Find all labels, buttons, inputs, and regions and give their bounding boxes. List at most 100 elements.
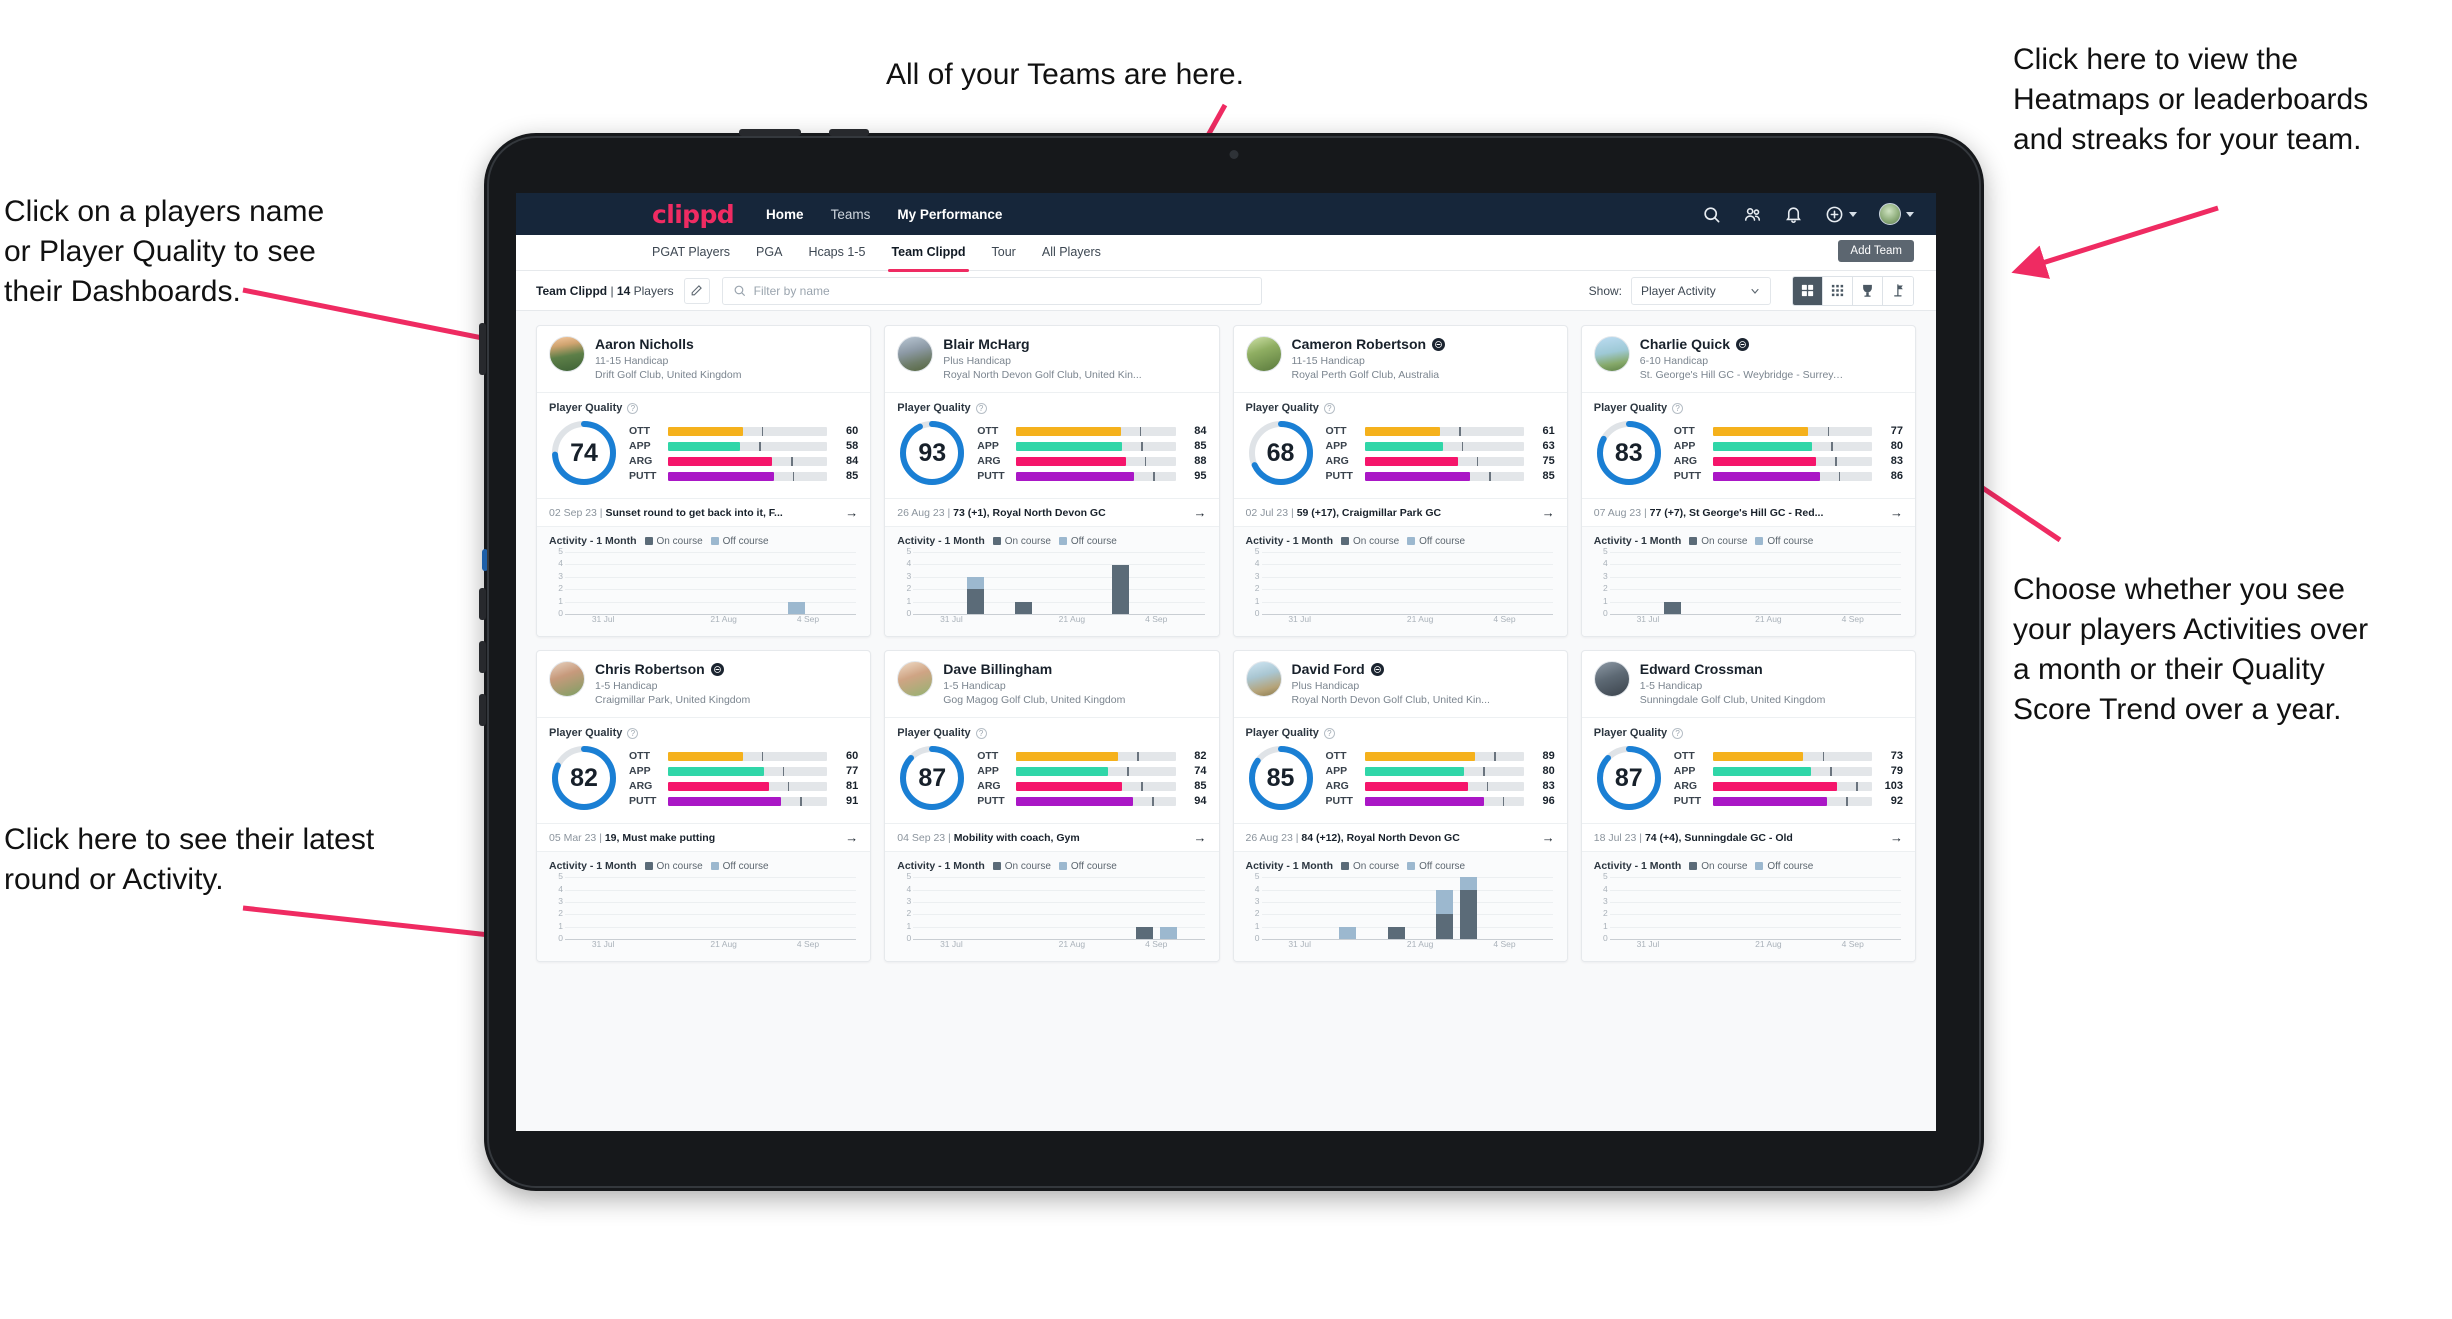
help-icon[interactable]: ? [975, 727, 987, 739]
player-name[interactable]: Dave Billingham [943, 661, 1052, 677]
player-name[interactable]: Charlie Quick [1640, 336, 1730, 352]
player-card-header[interactable]: Edward Crossman 1-5 Handicap Sunningdale… [1581, 651, 1915, 719]
latest-round-row[interactable]: 26 Aug 23 | 84 (+12), Royal North Devon … [1233, 823, 1567, 851]
tab-pgat-players[interactable]: PGAT Players [652, 245, 730, 261]
latest-round-row[interactable]: 05 Mar 23 | 19, Must make putting → [537, 823, 871, 851]
player-name[interactable]: Aaron Nicholls [595, 336, 694, 352]
view-heatmap-button[interactable] [1883, 276, 1913, 305]
player-name[interactable]: Blair McHarg [943, 336, 1029, 352]
chart-bar [739, 877, 756, 939]
activity-chart-section[interactable]: Activity - 1 Month On course Off course … [537, 851, 871, 962]
player-name-row[interactable]: Cameron Robertson [1292, 336, 1446, 352]
player-name-row[interactable]: Aaron Nicholls [595, 336, 741, 352]
metric-bar [1016, 781, 1176, 791]
player-card-header[interactable]: Chris Robertson 1-5 Handicap Craigmillar… [537, 651, 871, 719]
quality-metrics: OTT 89 APP 80 ARG 83 PUTT 96 [1326, 749, 1555, 807]
player-quality-section[interactable]: Player Quality ? 87 OTT 82 APP 74 ARG 85… [885, 718, 1218, 823]
edit-team-button[interactable] [683, 277, 710, 304]
player-quality-section[interactable]: Player Quality ? 74 OTT 60 APP 58 ARG 84… [537, 393, 870, 498]
search-input[interactable]: Filter by name [721, 276, 1262, 305]
activity-bar-chart: 543210 31 Jul 21 Aug 4 Sep [549, 872, 858, 951]
add-team-button[interactable]: Add Team [1838, 240, 1914, 262]
metric-label: OTT [629, 425, 650, 438]
player-name-row[interactable]: Dave Billingham [943, 661, 1125, 677]
help-icon[interactable]: ? [1323, 402, 1335, 414]
latest-round-row[interactable]: 18 Jul 23 | 74 (+4), Sunningdale GC - Ol… [1581, 823, 1915, 851]
activity-chart-section[interactable]: Activity - 1 Month On course Off course … [1581, 851, 1915, 962]
activity-chart-section[interactable]: Activity - 1 Month On course Off course … [885, 851, 1219, 962]
player-card[interactable]: Edward Crossman 1-5 Handicap Sunningdale… [1580, 650, 1916, 963]
help-icon[interactable]: ? [627, 727, 639, 739]
activity-chart-section[interactable]: Activity - 1 Month On course Off course … [1233, 851, 1567, 962]
arrow-right-icon[interactable]: → [1890, 506, 1903, 519]
view-grid-small-button[interactable] [1823, 276, 1853, 305]
player-card-header[interactable]: Cameron Robertson 11-15 Handicap Royal P… [1233, 326, 1567, 394]
player-name-row[interactable]: Blair McHarg [943, 336, 1141, 352]
bell-icon[interactable] [1784, 205, 1803, 224]
arrow-right-icon[interactable]: → [1194, 506, 1207, 519]
plus-circle-menu[interactable] [1825, 205, 1857, 224]
player-card-header[interactable]: Charlie Quick 6-10 Handicap St. George's… [1581, 326, 1915, 394]
player-card[interactable]: Blair McHarg Plus Handicap Royal North D… [884, 325, 1220, 638]
arrow-right-icon[interactable]: → [845, 506, 858, 519]
tab-pga[interactable]: PGA [756, 245, 782, 261]
help-icon[interactable]: ? [627, 402, 639, 414]
latest-round-row[interactable]: 26 Aug 23 | 73 (+1), Royal North Devon G… [885, 498, 1219, 526]
player-name-row[interactable]: David Ford [1292, 661, 1490, 677]
tab-tour[interactable]: Tour [992, 245, 1016, 261]
player-name-row[interactable]: Edward Crossman [1640, 661, 1826, 677]
player-card[interactable]: David Ford Plus Handicap Royal North Dev… [1232, 650, 1568, 963]
player-name[interactable]: David Ford [1292, 661, 1365, 677]
arrow-right-icon[interactable]: → [1194, 831, 1207, 844]
activity-chart-section[interactable]: Activity - 1 Month On course Off course … [1233, 526, 1567, 637]
nav-link-my-performance[interactable]: My Performance [897, 207, 1002, 222]
tab-team-clippd[interactable]: Team Clippd [888, 245, 969, 272]
player-card[interactable]: Dave Billingham 1-5 Handicap Gog Magog G… [884, 650, 1220, 963]
arrow-right-icon[interactable]: → [845, 831, 858, 844]
player-name-row[interactable]: Charlie Quick [1640, 336, 1845, 352]
show-select[interactable]: Player Activity [1631, 276, 1771, 305]
tab-hcaps-1-5[interactable]: Hcaps 1-5 [808, 245, 865, 261]
player-card[interactable]: Charlie Quick 6-10 Handicap St. George's… [1580, 325, 1916, 638]
latest-round-row[interactable]: 07 Aug 23 | 77 (+7), St George's Hill GC… [1581, 498, 1915, 526]
clippd-logo[interactable]: clippd [652, 200, 735, 229]
help-icon[interactable]: ? [1672, 727, 1684, 739]
arrow-right-icon[interactable]: → [1542, 506, 1555, 519]
player-quality-section[interactable]: Player Quality ? 85 OTT 89 APP 80 ARG 83… [1234, 718, 1567, 823]
arrow-right-icon[interactable]: → [1542, 831, 1555, 844]
player-quality-section[interactable]: Player Quality ? 68 OTT 61 APP 63 ARG 75… [1234, 393, 1567, 498]
help-icon[interactable]: ? [1672, 402, 1684, 414]
player-card-header[interactable]: David Ford Plus Handicap Royal North Dev… [1233, 651, 1567, 719]
player-quality-section[interactable]: Player Quality ? 83 OTT 77 APP 80 ARG 83… [1582, 393, 1915, 498]
player-name[interactable]: Edward Crossman [1640, 661, 1763, 677]
help-icon[interactable]: ? [975, 402, 987, 414]
player-card[interactable]: Chris Robertson 1-5 Handicap Craigmillar… [536, 650, 872, 963]
player-quality-section[interactable]: Player Quality ? 82 OTT 60 APP 77 ARG 81… [537, 718, 870, 823]
nav-link-home[interactable]: Home [766, 207, 804, 222]
player-card-header[interactable]: Dave Billingham 1-5 Handicap Gog Magog G… [885, 651, 1219, 719]
player-name[interactable]: Chris Robertson [595, 661, 705, 677]
player-card-header[interactable]: Blair McHarg Plus Handicap Royal North D… [885, 326, 1219, 394]
player-name-row[interactable]: Chris Robertson [595, 661, 750, 677]
activity-chart-section[interactable]: Activity - 1 Month On course Off course … [885, 526, 1219, 637]
arrow-right-icon[interactable]: → [1890, 831, 1903, 844]
player-quality-section[interactable]: Player Quality ? 93 OTT 84 APP 85 ARG 88… [885, 393, 1218, 498]
latest-round-row[interactable]: 02 Jul 23 | 59 (+17), Craigmillar Park G… [1233, 498, 1567, 526]
player-card[interactable]: Aaron Nicholls 11-15 Handicap Drift Golf… [536, 325, 872, 638]
player-card-header[interactable]: Aaron Nicholls 11-15 Handicap Drift Golf… [537, 326, 871, 394]
player-quality-section[interactable]: Player Quality ? 87 OTT 73 APP 79 ARG 10… [1582, 718, 1915, 823]
nav-link-teams[interactable]: Teams [831, 207, 871, 222]
view-grid-large-button[interactable] [1793, 276, 1823, 305]
search-icon[interactable] [1702, 205, 1721, 224]
people-icon[interactable] [1743, 205, 1762, 224]
help-icon[interactable]: ? [1323, 727, 1335, 739]
view-leaderboard-button[interactable] [1853, 276, 1883, 305]
latest-round-row[interactable]: 04 Sep 23 | Mobility with coach, Gym → [885, 823, 1219, 851]
player-name[interactable]: Cameron Robertson [1292, 336, 1427, 352]
activity-chart-section[interactable]: Activity - 1 Month On course Off course … [537, 526, 871, 637]
tab-all-players[interactable]: All Players [1042, 245, 1101, 261]
activity-chart-section[interactable]: Activity - 1 Month On course Off course … [1581, 526, 1915, 637]
latest-round-row[interactable]: 02 Sep 23 | Sunset round to get back int… [537, 498, 871, 526]
player-card[interactable]: Cameron Robertson 11-15 Handicap Royal P… [1232, 325, 1568, 638]
user-menu[interactable] [1879, 203, 1914, 225]
